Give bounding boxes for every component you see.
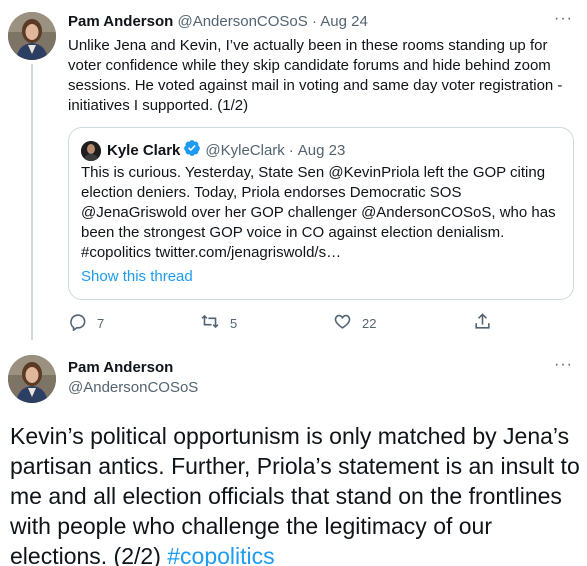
retweet-icon xyxy=(200,312,230,334)
author-name[interactable]: Pam Anderson xyxy=(68,358,198,378)
tweet-header: Pam Anderson @AndersonCOSoS xyxy=(68,358,198,398)
hashtag-link[interactable]: #copolitics xyxy=(167,543,274,566)
like-button[interactable]: 22 xyxy=(333,312,376,334)
like-count: 22 xyxy=(362,315,377,331)
share-icon xyxy=(473,312,502,334)
reply-count: 7 xyxy=(97,315,105,331)
verified-icon xyxy=(183,139,201,163)
tweet-header: Pam Anderson @AndersonCOSoS · Aug 24 xyxy=(68,12,368,32)
retweet-button[interactable]: 5 xyxy=(200,312,237,334)
reply-icon xyxy=(68,312,97,334)
tweet-text-main: Kevin’s political opportunism is only ma… xyxy=(10,423,580,566)
avatar[interactable] xyxy=(8,12,56,60)
separator: · xyxy=(311,13,317,30)
quote-avatar xyxy=(81,141,101,161)
tweet-text: Kevin’s political opportunism is only ma… xyxy=(10,421,580,566)
quoted-tweet[interactable]: Kyle Clark @KyleClark · Aug 23 This is c… xyxy=(68,127,574,300)
quote-text: This is curious. Yesterday, State Sen @K… xyxy=(81,164,556,261)
tweet-actions: 7 5 22 xyxy=(68,312,498,334)
author-handle[interactable]: @AndersonCOSoS xyxy=(68,378,198,398)
share-button[interactable] xyxy=(473,312,502,334)
more-icon[interactable]: ··· xyxy=(554,10,573,28)
quote-author-handle: @KyleClark xyxy=(205,142,285,159)
avatar[interactable] xyxy=(8,355,56,403)
separator: · xyxy=(288,142,294,159)
author-handle[interactable]: @AndersonCOSoS xyxy=(177,13,307,30)
tweet-text: Unlike Jena and Kevin, I’ve actually bee… xyxy=(68,37,563,114)
show-thread-link[interactable]: Show this thread xyxy=(81,267,193,287)
quote-date: Aug 23 xyxy=(297,142,346,159)
like-icon xyxy=(333,312,362,334)
author-name[interactable]: Pam Anderson xyxy=(68,13,173,30)
quote-author-name: Kyle Clark xyxy=(107,142,181,159)
retweet-count: 5 xyxy=(230,315,238,331)
tweet-2[interactable]: Pam Anderson @AndersonCOSoS ··· Kevin’s … xyxy=(0,345,587,566)
quote-header: Kyle Clark @KyleClark · Aug 23 xyxy=(81,139,345,163)
thread-line xyxy=(31,64,33,340)
reply-button[interactable]: 7 xyxy=(68,312,104,334)
tweet-date[interactable]: Aug 24 xyxy=(320,13,368,30)
tweet-1[interactable]: Pam Anderson @AndersonCOSoS · Aug 24 ···… xyxy=(0,0,587,345)
more-icon[interactable]: ··· xyxy=(554,356,573,374)
